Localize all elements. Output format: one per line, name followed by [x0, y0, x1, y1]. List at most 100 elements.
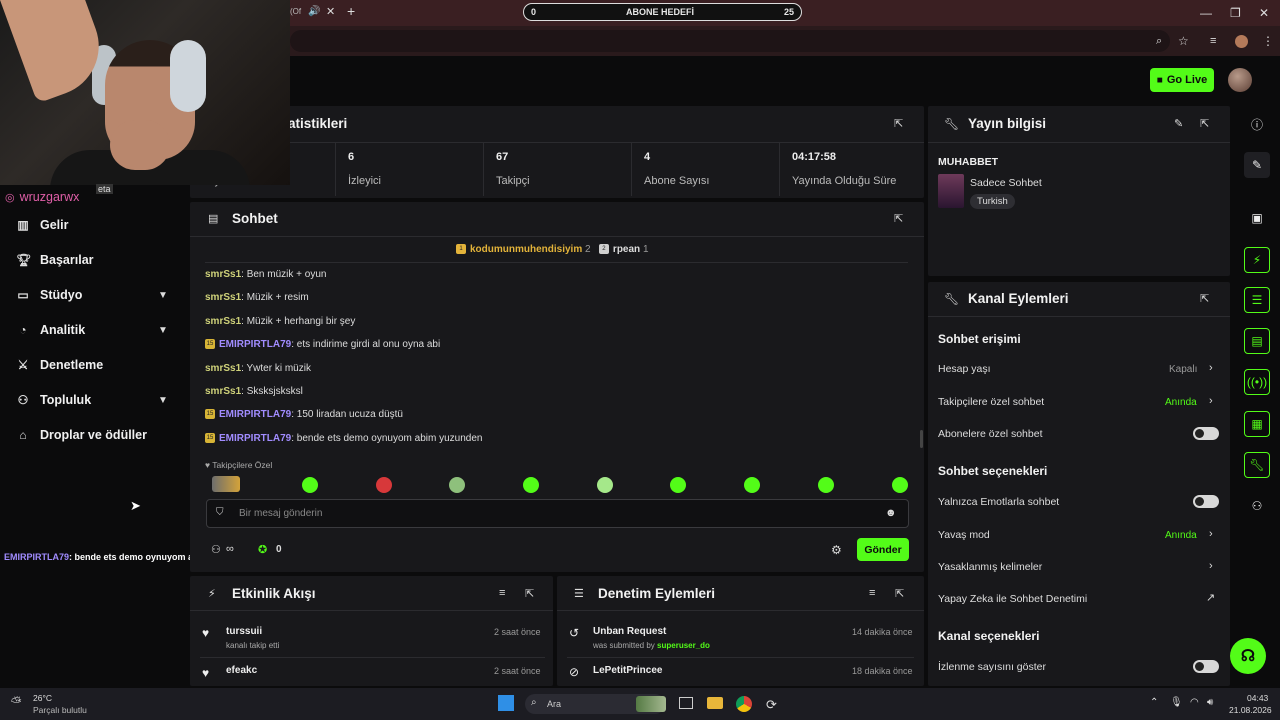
chat-user[interactable]: EMIRPIRTLA79	[219, 409, 291, 420]
popout-icon[interactable]: ⇱	[895, 587, 904, 600]
emote[interactable]	[670, 477, 686, 493]
chevron-down-icon[interactable]: ▼	[158, 325, 168, 336]
chat-user[interactable]: EMIRPIRTLA79	[219, 433, 291, 444]
task-view-icon[interactable]	[679, 697, 693, 709]
banned-words-label[interactable]: Yasaklanmış kelimeler	[938, 561, 1042, 573]
modlog-sub-user[interactable]: superuser_do	[657, 641, 710, 650]
chevron-down-icon[interactable]: ▼	[158, 290, 168, 301]
emote[interactable]	[523, 477, 539, 493]
edit-pencil-icon[interactable]: ✎	[1174, 117, 1183, 130]
gifter-name[interactable]: kodumunmuhendisiyim	[470, 244, 582, 255]
app-icon[interactable]: ⟳	[766, 697, 777, 713]
emote-only-toggle[interactable]	[1193, 495, 1219, 508]
filter-icon[interactable]: ≡	[499, 587, 505, 599]
emote[interactable]	[302, 477, 318, 493]
chevron-right-icon[interactable]: ›	[1209, 560, 1213, 572]
sidebar-item-gelir[interactable]: ▥ Gelir	[16, 215, 68, 235]
browser-menu-icon[interactable]: ⋮	[1262, 34, 1274, 48]
popout-icon[interactable]: ⇱	[1200, 117, 1209, 130]
weather-temp[interactable]: 26°C	[33, 693, 52, 703]
storage-icon[interactable]: ▦	[1244, 411, 1270, 437]
emoji-icon[interactable]: ☻	[885, 507, 897, 519]
shield-icon[interactable]: ⛉	[216, 507, 224, 518]
emote[interactable]	[449, 477, 465, 493]
wifi-icon[interactable]: ◠	[1190, 697, 1199, 708]
chat-user[interactable]: smrSs1	[205, 292, 241, 303]
popout-icon[interactable]: ⇱	[525, 587, 534, 600]
lightning-icon[interactable]: ⚡︎	[1244, 247, 1270, 273]
maximize-icon[interactable]: ❐	[1230, 6, 1241, 20]
infinity-icon[interactable]: ∞	[226, 543, 234, 555]
chat-scrollbar[interactable]	[920, 430, 923, 448]
popout-icon[interactable]: ⇱	[894, 117, 903, 130]
subs-only-toggle[interactable]	[1193, 427, 1219, 440]
chevron-right-icon[interactable]: ›	[1209, 395, 1213, 407]
settings-gear-icon[interactable]: ⚙	[831, 543, 842, 557]
modlog-action[interactable]: LePetitPrincee	[593, 665, 662, 676]
video-icon[interactable]: ▣	[1244, 205, 1270, 231]
mic-icon[interactable]: 🎙︎	[1170, 697, 1183, 708]
emote[interactable]	[818, 477, 834, 493]
account-age-value[interactable]: Kapalı	[1169, 364, 1197, 375]
list-icon[interactable]: ☰	[1244, 287, 1270, 313]
chevron-right-icon[interactable]: ›	[1209, 362, 1213, 374]
popout-icon[interactable]: ⇱	[894, 212, 903, 225]
profile-icon[interactable]	[1235, 35, 1248, 48]
zoom-icon[interactable]: ⌕	[1156, 35, 1162, 48]
new-tab-icon[interactable]: +	[347, 3, 355, 19]
volume-icon[interactable]: 🔊︎	[1207, 697, 1213, 708]
chat-user[interactable]: smrSs1	[205, 269, 241, 280]
feed-user[interactable]: efeakc	[226, 665, 257, 676]
emote-crown[interactable]	[212, 476, 240, 492]
points-icon[interactable]: ✪	[258, 543, 267, 556]
sidebar-item-studyo[interactable]: ▭ Stüdyo	[16, 285, 82, 305]
chat-user[interactable]: smrSs1	[205, 363, 241, 374]
sidebar-item-droplar[interactable]: ⌂ Droplar ve ödüller	[16, 425, 147, 445]
external-link-icon[interactable]: ↗	[1206, 591, 1215, 604]
info-icon[interactable]: ⓘ	[1244, 111, 1270, 137]
minimize-icon[interactable]: —	[1200, 6, 1212, 20]
sidebar-item-basarilar[interactable]: 🏆︎ Başarılar	[16, 250, 94, 270]
category-name[interactable]: Sadece Sohbet	[970, 177, 1042, 189]
emote[interactable]	[597, 477, 613, 493]
bookmark-star-icon[interactable]: ☆	[1178, 34, 1189, 48]
emote[interactable]	[744, 477, 760, 493]
go-live-button[interactable]: ■ Go Live	[1150, 68, 1214, 92]
clock-date[interactable]: 21.08.2026	[1229, 705, 1272, 715]
chat-user[interactable]: smrSs1	[205, 316, 241, 327]
chrome-icon[interactable]	[736, 696, 752, 712]
modlog-action[interactable]: Unban Request	[593, 626, 666, 637]
user-avatar[interactable]	[1228, 68, 1252, 92]
send-button[interactable]: Gönder	[857, 538, 909, 561]
tab-title-fragment[interactable]: (Of	[290, 7, 301, 16]
category-thumbnail[interactable]	[938, 174, 964, 208]
chevron-right-icon[interactable]: ›	[1209, 528, 1213, 540]
tab-close-icon[interactable]: ✕	[326, 5, 335, 18]
file-explorer-icon[interactable]	[707, 697, 723, 709]
emote[interactable]	[892, 477, 908, 493]
support-headset-icon[interactable]: ☊	[1230, 638, 1266, 674]
wrench-icon[interactable]: 🔧︎	[1244, 452, 1270, 478]
sidebar-item-analitik[interactable]: ◔ Analitik	[16, 320, 85, 340]
popout-icon[interactable]: ⇱	[1200, 292, 1209, 305]
sidebar-item-topluluk[interactable]: ⚇ Topluluk	[16, 390, 92, 410]
followers-only-value[interactable]: Anında	[1165, 397, 1197, 408]
users-icon[interactable]: ⚇	[211, 543, 221, 556]
ai-mod-label[interactable]: Yapay Zeka ile Sohbet Denetimi	[938, 593, 1087, 605]
url-field[interactable]	[290, 30, 1170, 52]
tray-chevron-icon[interactable]: ⌃	[1150, 697, 1158, 708]
sidebar-item-denetleme[interactable]: ⚔︎ Denetleme	[16, 355, 104, 375]
show-viewers-toggle[interactable]	[1193, 660, 1219, 673]
clock-time[interactable]: 04:43	[1247, 693, 1268, 703]
gifter-name[interactable]: rpean	[613, 244, 640, 255]
broadcast-icon[interactable]: ((•))	[1244, 369, 1270, 395]
filter-icon[interactable]: ≡	[869, 587, 875, 599]
chat-user[interactable]: EMIRPIRTLA79	[219, 339, 291, 350]
window-close-icon[interactable]: ✕	[1259, 6, 1269, 20]
chat-user[interactable]: smrSs1	[205, 386, 241, 397]
feed-user[interactable]: turssuii	[226, 626, 262, 637]
chevron-down-icon[interactable]: ▼	[158, 395, 168, 406]
edit-pencil-icon[interactable]: ✎	[1244, 152, 1270, 178]
chat-icon[interactable]: ▤	[1244, 328, 1270, 354]
slow-mode-value[interactable]: Anında	[1165, 530, 1197, 541]
